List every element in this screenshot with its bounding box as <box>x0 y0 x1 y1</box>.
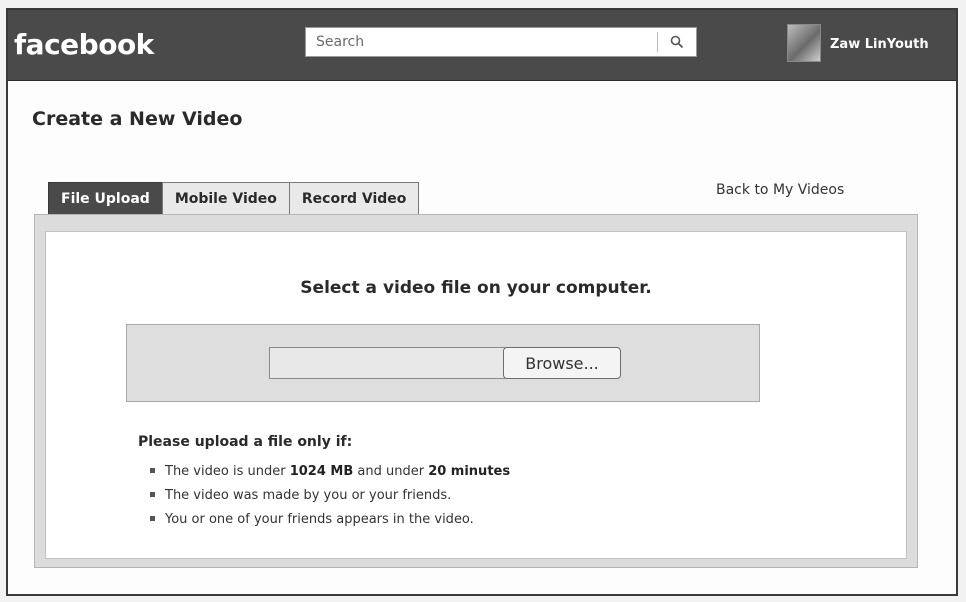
bullet-icon <box>150 492 155 497</box>
list-item: The video was made by you or your friend… <box>150 484 510 508</box>
top-bar: facebook Zaw LinYouth <box>8 10 956 81</box>
file-chooser-box: Browse... <box>126 324 760 402</box>
browse-button[interactable]: Browse... <box>503 347 621 379</box>
tab-file-upload[interactable]: File Upload <box>48 182 163 214</box>
file-path-field[interactable] <box>269 347 505 379</box>
avatar[interactable] <box>787 24 821 62</box>
list-item: You or one of your friends appears in th… <box>150 508 510 532</box>
tab-bar: File Upload Mobile Video Record Video <box>48 182 420 214</box>
search-icon <box>670 35 684 49</box>
bullet-icon <box>150 516 155 521</box>
upload-panel-content: Select a video file on your computer. Br… <box>45 231 907 559</box>
facebook-logo[interactable]: facebook <box>14 28 154 61</box>
select-file-heading: Select a video file on your computer. <box>300 278 652 298</box>
page-title: Create a New Video <box>32 108 243 130</box>
upload-panel: Select a video file on your computer. Br… <box>34 214 918 568</box>
user-name-link[interactable]: Zaw LinYouth <box>830 37 929 52</box>
upload-rules-heading: Please upload a file only if: <box>138 434 353 450</box>
search-button[interactable] <box>658 28 696 56</box>
tab-record-video[interactable]: Record Video <box>288 182 420 214</box>
bullet-icon <box>150 468 155 473</box>
list-item: The video is under 1024 MB and under 20 … <box>150 460 510 484</box>
back-to-my-videos-link[interactable]: Back to My Videos <box>716 182 844 198</box>
search-box[interactable] <box>305 27 697 57</box>
upload-rules-list: The video is under 1024 MB and under 20 … <box>150 460 510 532</box>
search-input[interactable] <box>306 28 656 56</box>
page-frame: facebook Zaw LinYouth Create a New Video… <box>6 8 958 596</box>
tab-mobile-video[interactable]: Mobile Video <box>161 182 290 214</box>
